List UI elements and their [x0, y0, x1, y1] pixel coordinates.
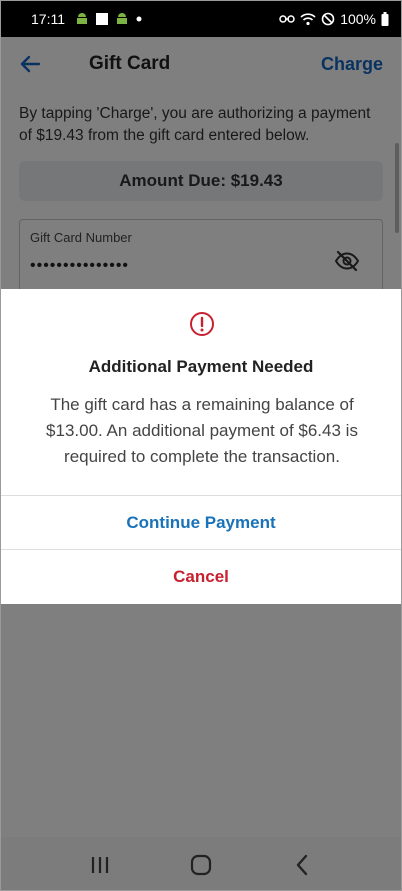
- status-bar: 17:11 100%: [1, 1, 401, 37]
- android-icon: [115, 12, 129, 26]
- battery-percent: 100%: [340, 11, 376, 27]
- additional-payment-dialog: Additional Payment Needed The gift card …: [1, 289, 401, 604]
- back-nav-button[interactable]: [282, 845, 322, 885]
- wifi-icon: [300, 12, 316, 26]
- status-right: 100%: [279, 11, 389, 27]
- recent-apps-button[interactable]: [80, 845, 120, 885]
- recent-apps-icon: [91, 856, 108, 873]
- system-nav-bar: [1, 837, 401, 890]
- home-button[interactable]: [181, 845, 221, 885]
- android-icon: [75, 12, 89, 26]
- status-time: 17:11: [31, 11, 65, 27]
- home-icon: [190, 854, 212, 875]
- battery-icon: [381, 12, 389, 26]
- chevron-left-icon: [297, 854, 308, 875]
- square-notification-icon: [95, 12, 109, 26]
- status-left: 17:11: [31, 11, 143, 27]
- do-not-disturb-icon: [321, 12, 335, 26]
- alert-circle-icon: [189, 311, 215, 342]
- dialog-title: Additional Payment Needed: [88, 357, 314, 376]
- link-icon: [279, 14, 295, 24]
- continue-payment-button[interactable]: Continue Payment: [1, 496, 401, 550]
- dot-icon: [135, 15, 143, 23]
- screen: 17:11 100% Additional Payment Needed The…: [0, 0, 402, 891]
- cancel-button[interactable]: Cancel: [1, 550, 401, 604]
- dialog-message: The gift card has a remaining balance of…: [46, 395, 358, 466]
